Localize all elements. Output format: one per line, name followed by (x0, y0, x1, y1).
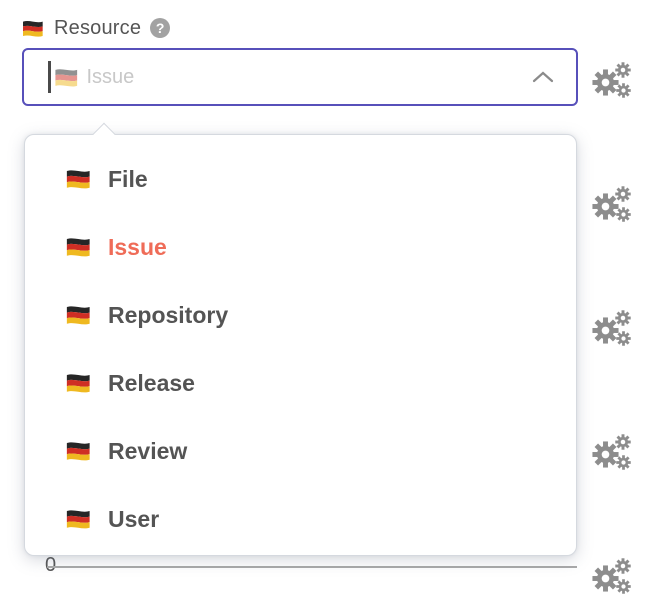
dropdown-panel: File Issue Repository Release Review Use… (24, 134, 577, 556)
german-flag-icon (65, 508, 93, 530)
german-flag-icon (22, 19, 45, 38)
dropdown-item[interactable]: Release (25, 349, 576, 417)
dropdown-list: File Issue Repository Release Review Use… (25, 135, 576, 555)
gears-icon[interactable] (592, 186, 632, 224)
german-flag-icon (65, 440, 93, 462)
combobox-placeholder: Issue (87, 66, 135, 89)
gears-icon[interactable] (592, 310, 632, 348)
gears-icon[interactable] (592, 558, 632, 596)
help-icon[interactable]: ? (150, 18, 170, 38)
dropdown-item-label: Repository (108, 302, 228, 329)
german-flag-icon (65, 236, 93, 258)
german-flag-icon (65, 168, 93, 190)
german-flag-icon (54, 67, 80, 88)
german-flag-icon (65, 372, 93, 394)
dropdown-item-label: Review (108, 438, 187, 465)
background-divider (47, 566, 577, 568)
dropdown-item[interactable]: Issue (25, 213, 576, 281)
gears-icon[interactable] (592, 434, 632, 472)
dropdown-item[interactable]: Repository (25, 281, 576, 349)
dropdown-item-label: Issue (108, 234, 167, 261)
resource-combobox[interactable]: Issue (22, 48, 578, 106)
german-flag-icon (65, 304, 93, 326)
field-label: Resource (54, 17, 141, 40)
dropdown-item-label: Release (108, 370, 195, 397)
text-cursor (48, 61, 51, 93)
dropdown-item[interactable]: Review (25, 417, 576, 485)
dropdown-item[interactable]: File (25, 145, 576, 213)
dropdown-item-label: File (108, 166, 148, 193)
dropdown-item[interactable]: User (25, 485, 576, 553)
gears-icon[interactable] (592, 62, 632, 100)
chevron-up-icon[interactable] (532, 71, 554, 83)
field-label-row: Resource ? (22, 15, 170, 41)
dropdown-item-label: User (108, 506, 159, 533)
